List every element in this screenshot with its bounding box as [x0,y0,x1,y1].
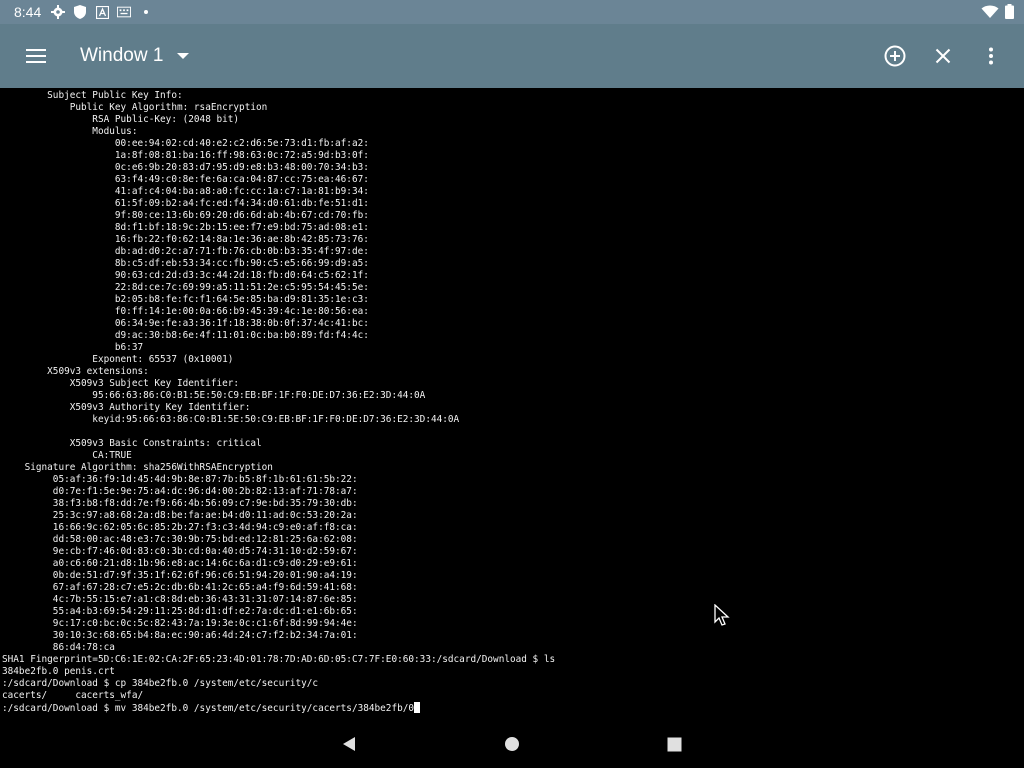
terminal-line: 05:af:36:f9:1d:45:4d:9b:8e:87:7b:b5:8f:1… [2,474,358,485]
mouse-pointer-icon [714,604,730,626]
terminal-line: 90:63:cd:2d:d3:3c:44:2d:18:fb:d0:64:c5:6… [2,270,369,281]
terminal-line: 16:fb:22:f0:62:14:8a:1e:36:ae:8b:42:85:7… [2,234,369,245]
terminal-line: :/sdcard/Download $ cp 384be2fb.0 /syste… [2,678,319,689]
window-title: Window 1 [80,45,164,66]
terminal-line: 9c:17:c0:bc:0c:5c:82:43:7a:19:3e:0c:c1:6… [2,618,358,629]
terminal-line: 4c:7b:55:15:e7:a1:c8:8d:eb:36:43:31:31:0… [2,594,358,605]
terminal-line: 0b:de:51:d7:9f:35:1f:62:6f:96:c6:51:94:2… [2,570,358,581]
a-icon [95,5,109,19]
gear-icon [51,5,66,19]
terminal-line: 86:d4:78:ca [2,642,115,653]
terminal-line: 38:f3:b8:f8:dd:7e:f9:66:4b:56:09:c7:9e:b… [2,498,358,509]
recents-button[interactable] [662,732,686,756]
terminal-line: 55:a4:b3:69:54:29:11:25:8d:d1:df:e2:7a:d… [2,606,358,617]
terminal-line: 0c:e6:9b:20:83:d7:95:d9:e8:b3:48:00:70:3… [2,162,369,173]
terminal-line: d9:ac:30:b8:6e:4f:11:01:0c:ba:b0:89:fd:f… [2,330,369,341]
wifi-icon [981,4,999,23]
terminal-line: f0:ff:14:1e:00:0a:66:b9:45:39:4c:1e:80:5… [2,306,369,317]
terminal-line: 16:66:9c:62:05:6c:85:2b:27:f3:c3:4d:94:c… [2,522,358,533]
terminal-line: keyid:95:66:63:86:C0:B1:5E:50:C9:EB:BF:1… [2,414,460,425]
add-circle-icon [884,45,906,67]
close-window-button[interactable] [924,38,962,74]
back-icon [343,737,355,751]
terminal-line: 41:af:c4:04:ba:a8:a0:fc:cc:1a:c7:1a:81:b… [2,186,369,197]
status-time: 8:44 [14,4,42,20]
terminal-line: X509v3 Subject Key Identifier: [2,378,240,389]
terminal-line: a0:c6:60:21:d8:1b:96:e8:ac:14:6c:6a:d1:c… [2,558,358,569]
battery-icon [1005,4,1014,23]
terminal-line: b6:37 [2,342,144,353]
terminal-line: 384be2fb.0 penis.crt [2,666,115,677]
terminal-line: RSA Public-Key: (2048 bit) [2,114,240,125]
shield-icon [73,5,87,19]
terminal-line: SHA1 Fingerprint=5D:C6:1E:02:CA:2F:65:23… [2,654,556,665]
terminal-cursor [414,702,421,713]
terminal-line: 9f:80:ce:13:6b:69:20:d6:6d:ab:4b:67:cd:7… [2,210,369,221]
terminal-line: Public Key Algorithm: rsaEncryption [2,102,268,113]
navigation-bar [0,720,1024,768]
terminal-line: d0:7e:f1:5e:9e:75:a4:dc:96:d4:00:2b:82:1… [2,486,358,497]
terminal-line: 25:3c:97:a8:68:2a:d8:be:fa:ae:b4:d0:11:a… [2,510,358,521]
terminal-view[interactable]: Subject Public Key Info: Public Key Algo… [0,88,1024,720]
status-bar: 8:44 [0,0,1024,24]
terminal-line: :/sdcard/Download $ mv 384be2fb.0 /syste… [2,703,415,714]
terminal-line: X509v3 extensions: [2,366,149,377]
terminal-line: 8b:c5:df:eb:53:34:cc:fb:90:c5:e5:66:99:d… [2,258,369,269]
terminal-line: 61:5f:09:b2:a4:fc:ed:f4:34:d0:61:db:fe:5… [2,198,369,209]
terminal-line: 8d:f1:bf:18:9c:2b:15:ee:f7:e9:bd:75:ad:0… [2,222,369,233]
terminal-line: Subject Public Key Info: [2,90,183,101]
terminal-line: b2:05:b8:fe:fc:f1:64:5e:85:ba:d9:81:35:1… [2,294,369,305]
home-button[interactable] [500,732,524,756]
hamburger-icon [26,49,46,63]
dot-icon [139,5,153,19]
status-icons [51,5,153,19]
menu-button[interactable] [18,38,54,74]
window-selector[interactable]: Window 1 [80,45,190,67]
status-right-icons [981,4,1014,23]
more-vert-icon [989,47,993,65]
terminal-line: 00:ee:94:02:cd:40:e2:c2:d6:5e:73:d1:fb:a… [2,138,369,149]
terminal-line: Signature Algorithm: sha256WithRSAEncryp… [2,462,273,473]
terminal-line: 95:66:63:86:C0:B1:5E:50:C9:EB:BF:1F:F0:D… [2,390,426,401]
app-bar: Window 1 [0,24,1024,88]
terminal-line: Exponent: 65537 (0x10001) [2,354,234,365]
terminal-line: cacerts/ cacerts_wfa/ [2,690,144,701]
terminal-line: 22:8d:ce:7c:69:99:a5:11:51:2e:c5:95:54:4… [2,282,369,293]
terminal-line: db:ad:d0:2c:a7:71:fb:76:cb:0b:b3:35:4f:9… [2,246,369,257]
terminal-line: 67:af:67:28:c7:e5:2c:db:6b:41:2c:65:a4:f… [2,582,358,593]
terminal-line: 63:f4:49:c0:8e:fe:6a:ca:04:87:cc:75:ea:4… [2,174,369,185]
keyboard-icon [117,5,132,19]
home-icon [505,737,519,751]
close-icon [935,48,951,64]
chevron-down-icon [177,53,190,59]
terminal-line: X509v3 Basic Constraints: critical [2,438,262,449]
terminal-line: X509v3 Authority Key Identifier: [2,402,251,413]
terminal-line: dd:58:00:ac:48:e3:7c:30:9b:75:bd:ed:12:8… [2,534,358,545]
recents-icon [667,737,681,751]
back-button[interactable] [337,732,361,756]
terminal-line: 1a:8f:08:81:ba:16:ff:98:63:0c:72:a5:9d:b… [2,150,369,161]
overflow-menu-button[interactable] [972,38,1010,74]
terminal-line: 30:10:3c:68:65:b4:8a:ec:90:a6:4d:24:c7:f… [2,630,358,641]
app-bar-actions [876,38,1010,74]
terminal-line: 9e:cb:f7:46:0d:83:c0:3b:cd:0a:40:d5:74:3… [2,546,358,557]
terminal-line: 06:34:9e:fe:a3:36:1f:18:38:0b:0f:37:4c:4… [2,318,369,329]
terminal-line: CA:TRUE [2,450,132,461]
terminal-line: Modulus: [2,126,138,137]
terminal-output: Subject Public Key Info: Public Key Algo… [0,88,1024,715]
new-window-button[interactable] [876,38,914,74]
